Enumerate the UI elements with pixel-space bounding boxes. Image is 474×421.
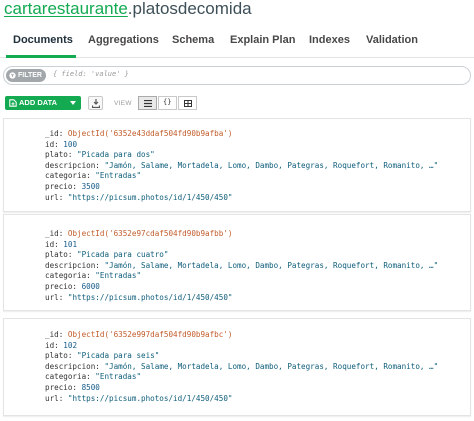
document-fields: _id: ObjectId('6352e43ddaf504fd90b9afba'… (45, 129, 438, 203)
field-key: url: (45, 292, 64, 302)
field-key: categoria: (45, 271, 91, 281)
field-key: plato: (45, 150, 73, 160)
field-value-descripcion[interactable]: "Jamón, Salame, Mortadela, Lomo, Dambo, … (104, 161, 438, 170)
field-key: url: (45, 192, 64, 202)
field-key: _id: (45, 330, 64, 339)
field-value-objectid[interactable]: ObjectId('6352e97cdaf504fd90b9afbb') (68, 229, 233, 238)
collection-name: platosdecomida (132, 0, 252, 18)
json-view-button[interactable]: {} (158, 96, 177, 110)
field-key: _id: (45, 129, 64, 138)
field-value-id[interactable]: 102 (63, 341, 77, 350)
filter-bar[interactable]: FILTER { field: 'value' } (3, 66, 471, 85)
document-card[interactable]: _id: ObjectId('6352e97cdaf504fd90b9afbb'… (3, 214, 471, 311)
field-value-categoria[interactable]: "Entradas" (95, 271, 141, 280)
field-key: url: (45, 393, 64, 403)
field-value-id[interactable]: 100 (63, 140, 77, 149)
field-key: plato: (45, 351, 73, 361)
document-fields: _id: ObjectId('6352e97cdaf504fd90b9afbb'… (45, 229, 438, 303)
field-value-descripcion[interactable]: "Jamón, Salame, Mortadela, Lomo, Dambo, … (104, 261, 438, 270)
table-view-button[interactable] (178, 96, 197, 110)
field-key: descripcion: (45, 361, 100, 371)
database-link[interactable]: cartarestaurante (4, 0, 128, 18)
field-value-categoria[interactable]: "Entradas" (95, 171, 141, 180)
field-key: precio: (45, 382, 78, 392)
field-key: precio: (45, 281, 78, 291)
document-fields: _id: ObjectId('6352e997daf504fd90b9afbc'… (45, 330, 438, 404)
field-key: descripcion: (45, 260, 100, 270)
table-view-icon (184, 100, 192, 107)
field-value-url[interactable]: "https://picsum.photos/id/1/450/450" (68, 394, 233, 403)
collection-tabs: Documents Aggregations Schema Explain Pl… (0, 28, 474, 58)
field-value-url[interactable]: "https://picsum.photos/id/1/450/450" (68, 193, 233, 202)
filter-label: FILTER (18, 72, 42, 79)
view-label: VIEW (114, 100, 132, 107)
import-icon (92, 99, 100, 108)
list-view-icon (144, 100, 152, 107)
field-key: descripcion: (45, 160, 100, 170)
field-value-plato[interactable]: "Picada para cuatro" (77, 250, 168, 259)
list-view-button[interactable] (138, 96, 157, 110)
documents-toolbar: ADD DATA VIEW {} (0, 92, 474, 114)
document-card[interactable]: _id: ObjectId('6352e43ddaf504fd90b9afba'… (3, 118, 471, 212)
document-card[interactable]: _id: ObjectId('6352e997daf504fd90b9afbc'… (3, 318, 471, 416)
field-key: id: (45, 239, 59, 249)
tab-aggregations[interactable]: Aggregations (88, 34, 159, 46)
field-value-id[interactable]: 101 (63, 240, 77, 249)
filter-pill[interactable]: FILTER (6, 69, 46, 82)
field-key: id: (45, 139, 59, 149)
active-tab-indicator (6, 55, 76, 58)
field-value-objectid[interactable]: ObjectId('6352e43ddaf504fd90b9afba') (68, 129, 233, 138)
field-value-plato[interactable]: "Picada para seis" (77, 351, 159, 360)
field-key: plato: (45, 250, 73, 260)
field-value-categoria[interactable]: "Entradas" (95, 372, 141, 381)
field-key: categoria: (45, 171, 91, 181)
json-view-icon: {} (163, 98, 172, 106)
chevron-down-icon (70, 101, 76, 105)
field-key: id: (45, 340, 59, 350)
tab-explain-plan[interactable]: Explain Plan (230, 34, 295, 46)
field-value-url[interactable]: "https://picsum.photos/id/1/450/450" (68, 293, 233, 302)
add-data-icon (9, 99, 17, 107)
add-data-label: ADD DATA (19, 98, 58, 107)
add-data-button[interactable]: ADD DATA (5, 96, 81, 110)
filter-icon (9, 72, 16, 79)
field-key: precio: (45, 181, 78, 191)
field-value-precio[interactable]: 8500 (82, 383, 100, 392)
namespace-title: cartarestaurante.platosdecomida (4, 0, 252, 22)
export-collection-button[interactable] (88, 96, 103, 110)
tab-indexes[interactable]: Indexes (309, 34, 350, 46)
field-value-plato[interactable]: "Picada para dos" (77, 150, 155, 159)
filter-input[interactable]: { field: 'value' } (53, 70, 129, 78)
field-value-precio[interactable]: 3500 (82, 182, 100, 191)
field-key: _id: (45, 229, 64, 238)
tab-schema[interactable]: Schema (172, 34, 214, 46)
field-key: categoria: (45, 372, 91, 382)
field-value-descripcion[interactable]: "Jamón, Salame, Mortadela, Lomo, Dambo, … (104, 362, 438, 371)
field-value-precio[interactable]: 6000 (82, 282, 100, 291)
field-value-objectid[interactable]: ObjectId('6352e997daf504fd90b9afbc') (68, 330, 233, 339)
tab-documents[interactable]: Documents (13, 34, 73, 46)
tab-validation[interactable]: Validation (366, 34, 418, 46)
